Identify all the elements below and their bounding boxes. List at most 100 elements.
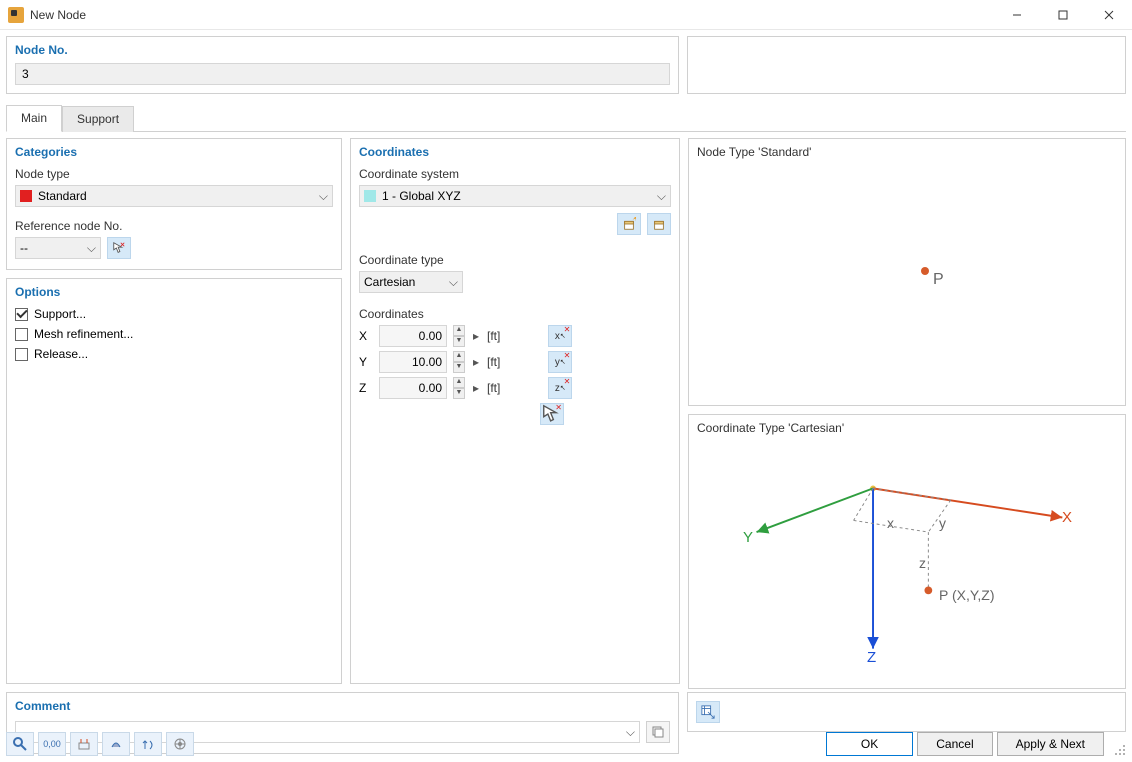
x-unit: [ft] xyxy=(487,329,500,343)
chevron-down-icon: ⌵ xyxy=(319,189,328,204)
coord-z-row: Z ▲▼ ▸ [ft] z↖✕ xyxy=(359,377,671,399)
node-type-label: Node type xyxy=(15,167,333,181)
axes-diagram xyxy=(697,435,1117,668)
right-tools-panel xyxy=(687,692,1126,732)
coord-type-preview: X Y Z x y z P (X,Y,Z) xyxy=(697,435,1117,668)
tab-main[interactable]: Main xyxy=(6,105,62,132)
pick-z-button[interactable]: z↖✕ xyxy=(548,377,572,399)
z-unit: [ft] xyxy=(487,381,500,395)
close-button[interactable] xyxy=(1086,0,1132,30)
help-button[interactable] xyxy=(6,732,34,756)
x-input[interactable] xyxy=(379,325,447,347)
app-icon xyxy=(8,7,24,23)
node-type-select[interactable]: Standard ⌵ xyxy=(15,185,333,207)
option-release[interactable]: Release... xyxy=(15,347,333,361)
z-spinner[interactable]: ▲▼ xyxy=(453,377,465,399)
option-support[interactable]: Support... xyxy=(15,307,333,321)
coord-type-value: Cartesian xyxy=(364,275,415,289)
x-axis-preview-label: X xyxy=(1062,509,1072,526)
categories-panel: Categories Node type Standard ⌵ Referenc… xyxy=(6,138,342,270)
tab-support[interactable]: Support xyxy=(62,106,134,132)
coords-sub-label: Coordinates xyxy=(359,307,671,321)
new-coord-system-button[interactable]: ✶ xyxy=(617,213,641,235)
point-icon xyxy=(921,267,929,275)
bottom-bar: 0,00 OK Cancel Apply & Next xyxy=(6,732,1126,756)
node-type-preview-title: Node Type 'Standard' xyxy=(697,145,1117,159)
y-axis-preview-label: Y xyxy=(743,529,753,546)
tool-d-button[interactable] xyxy=(166,732,194,756)
coordinates-panel: Coordinates Coordinate system 1 - Global… xyxy=(350,138,680,684)
tool-a-button[interactable] xyxy=(70,732,98,756)
z-input[interactable] xyxy=(379,377,447,399)
apply-next-button[interactable]: Apply & Next xyxy=(997,732,1104,756)
ref-node-label: Reference node No. xyxy=(15,219,333,233)
mesh-checkbox[interactable] xyxy=(15,328,28,341)
y-spinner[interactable]: ▲▼ xyxy=(453,351,465,373)
ref-node-value: -- xyxy=(20,241,28,255)
titlebar: New Node xyxy=(0,0,1132,30)
node-no-panel: Node No. xyxy=(6,36,679,94)
option-mesh-refinement[interactable]: Mesh refinement... xyxy=(15,327,333,341)
coord-system-label: Coordinate system xyxy=(359,167,671,181)
node-type-preview: P xyxy=(697,159,1117,385)
options-title: Options xyxy=(15,285,333,299)
pick-node-button[interactable] xyxy=(107,237,131,259)
tool-b-button[interactable] xyxy=(102,732,130,756)
resize-grip[interactable] xyxy=(1112,742,1126,756)
z-axis-label: Z xyxy=(359,381,373,395)
coord-y-row: Y ▲▼ ▸ [ft] y↖✕ xyxy=(359,351,671,373)
y-input[interactable] xyxy=(379,351,447,373)
node-type-preview-panel: Node Type 'Standard' P xyxy=(688,138,1126,406)
coord-type-label: Coordinate type xyxy=(359,253,671,267)
svg-text:✶: ✶ xyxy=(632,217,636,224)
z-axis-preview-label: Z xyxy=(867,649,876,666)
y-axis-label: Y xyxy=(359,355,373,369)
units-button[interactable]: 0,00 xyxy=(38,732,66,756)
table-settings-button[interactable] xyxy=(696,701,720,723)
coord-system-swatch-icon xyxy=(364,190,376,202)
tabs: Main Support xyxy=(6,104,1126,132)
coord-system-value: 1 - Global XYZ xyxy=(382,189,461,203)
window-title: New Node xyxy=(30,8,86,22)
tool-c-button[interactable] xyxy=(134,732,162,756)
coord-type-preview-panel: Coordinate Type 'Cartesian' xyxy=(688,414,1126,689)
y-unit: [ft] xyxy=(487,355,500,369)
coord-system-select[interactable]: 1 - Global XYZ ⌵ xyxy=(359,185,671,207)
window-controls xyxy=(994,0,1132,30)
release-label: Release... xyxy=(34,347,88,361)
minimize-button[interactable] xyxy=(994,0,1040,30)
support-label: Support... xyxy=(34,307,86,321)
point-label: P xyxy=(933,271,944,289)
pick-xyz-button[interactable]: ✕ xyxy=(540,403,564,425)
node-no-input[interactable] xyxy=(15,63,670,85)
cancel-button[interactable]: Cancel xyxy=(917,732,992,756)
coord-type-preview-title: Coordinate Type 'Cartesian' xyxy=(697,421,1117,435)
support-checkbox[interactable] xyxy=(15,308,28,321)
ref-node-select[interactable]: -- ⌵ xyxy=(15,237,101,259)
ok-button[interactable]: OK xyxy=(826,732,913,756)
pick-y-button[interactable]: y↖✕ xyxy=(548,351,572,373)
y-expand-icon[interactable]: ▸ xyxy=(471,355,481,369)
mesh-label: Mesh refinement... xyxy=(34,327,133,341)
x-axis-label: X xyxy=(359,329,373,343)
node-type-swatch-icon xyxy=(20,190,32,202)
categories-title: Categories xyxy=(15,145,333,159)
chevron-down-icon: ⌵ xyxy=(449,275,458,290)
release-checkbox[interactable] xyxy=(15,348,28,361)
coord-type-select[interactable]: Cartesian ⌵ xyxy=(359,271,463,293)
pxyz-label: P (X,Y,Z) xyxy=(939,587,995,603)
x-spinner[interactable]: ▲▼ xyxy=(453,325,465,347)
edit-coord-system-button[interactable] xyxy=(647,213,671,235)
pick-x-button[interactable]: x↖✕ xyxy=(548,325,572,347)
chevron-down-icon: ⌵ xyxy=(657,189,666,204)
z-expand-icon[interactable]: ▸ xyxy=(471,381,481,395)
coordinates-title: Coordinates xyxy=(359,145,671,159)
comment-title: Comment xyxy=(15,699,670,713)
options-panel: Options Support... Mesh refinement... Re… xyxy=(6,278,342,684)
node-no-label: Node No. xyxy=(15,43,670,57)
coord-x-row: X ▲▼ ▸ [ft] x↖✕ xyxy=(359,325,671,347)
maximize-button[interactable] xyxy=(1040,0,1086,30)
x-expand-icon[interactable]: ▸ xyxy=(471,329,481,343)
node-type-value: Standard xyxy=(38,189,87,203)
chevron-down-icon: ⌵ xyxy=(87,241,96,256)
